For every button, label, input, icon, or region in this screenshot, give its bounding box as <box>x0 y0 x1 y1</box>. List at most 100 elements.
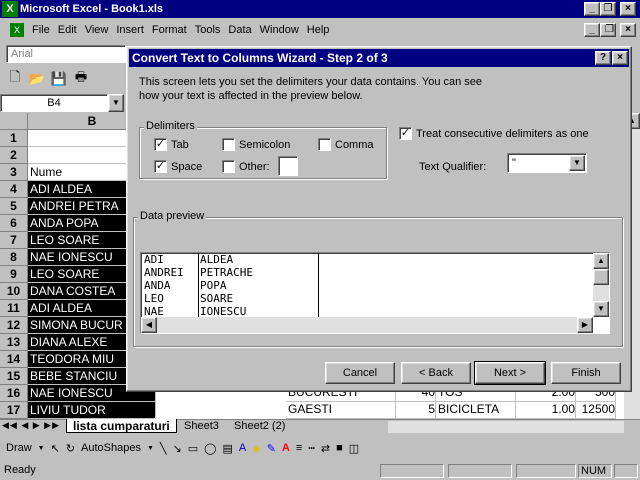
row-header[interactable]: 8 <box>0 249 28 266</box>
sheet-tab-sheet2[interactable]: Sheet2 (2) <box>230 420 289 433</box>
line-color-icon[interactable]: ✎ <box>267 442 276 455</box>
next-button[interactable]: Next > <box>474 361 546 385</box>
preview-scroll-right-icon[interactable]: ▶ <box>577 317 593 333</box>
autoshapes-menu[interactable]: AutoShapes <box>81 442 141 454</box>
free-rotate-icon[interactable]: ↻ <box>66 442 75 455</box>
qualifier-dropdown-icon[interactable]: ▼ <box>569 155 585 171</box>
row-header[interactable]: 15 <box>0 368 28 385</box>
sheet-tab-lista[interactable]: lista cumparaturi <box>66 419 177 433</box>
wordart-icon[interactable]: A <box>239 442 246 454</box>
menu-data[interactable]: Data <box>224 20 255 40</box>
consecutive-option[interactable]: ✓ Treat consecutive delimiters as one <box>399 127 589 140</box>
name-box-dropdown[interactable]: ▼ <box>108 94 124 112</box>
row-header[interactable]: 12 <box>0 317 28 334</box>
row-header[interactable]: 1 <box>0 130 28 147</box>
preview-cell: PETRACHE <box>199 266 319 279</box>
comma-checkbox[interactable] <box>318 138 331 151</box>
tab-option[interactable]: ✓ Tab <box>154 138 189 151</box>
line-style-icon[interactable]: ≡ <box>296 442 302 454</box>
textbox-icon[interactable]: ▤ <box>222 442 232 455</box>
cell-c17[interactable]: GAESTI <box>286 402 396 419</box>
new-icon[interactable]: 🗋 <box>4 69 26 89</box>
row-header[interactable]: 7 <box>0 232 28 249</box>
menu-format[interactable]: Format <box>148 20 191 40</box>
row-header[interactable]: 13 <box>0 334 28 351</box>
close-button[interactable]: × <box>620 2 636 16</box>
row-header[interactable]: 16 <box>0 385 28 402</box>
preview-pane[interactable]: ADI ALDEA ANDREI PETRACHE ANDA POPA LEO SOARE NA… <box>140 252 610 334</box>
consecutive-checkbox[interactable]: ✓ <box>399 127 412 140</box>
open-icon[interactable]: 📂 <box>26 69 48 89</box>
doc-minimize-button[interactable]: _ <box>584 23 600 37</box>
preview-vscroll[interactable]: ▲ ▼ <box>593 253 609 317</box>
arrow-style-icon[interactable]: ⇄ <box>321 442 330 455</box>
menu-window[interactable]: Window <box>256 20 303 40</box>
rectangle-icon[interactable]: ▭ <box>188 442 198 455</box>
preview-scroll-down-icon[interactable]: ▼ <box>593 301 609 317</box>
font-box[interactable]: Arial <box>6 45 126 63</box>
back-button[interactable]: < Back <box>401 362 471 384</box>
name-box[interactable]: B4 <box>0 94 108 112</box>
cell-g17[interactable]: 12500 <box>576 402 616 419</box>
sheet-tab-sheet3[interactable]: Sheet3 <box>180 420 223 433</box>
cell-e17[interactable]: BICICLETA <box>436 402 516 419</box>
restore-button[interactable]: ❐ <box>600 2 616 16</box>
help-button[interactable]: ? <box>595 51 611 65</box>
row-header[interactable]: 14 <box>0 351 28 368</box>
semicolon-option[interactable]: Semicolon <box>222 138 290 151</box>
finish-button[interactable]: Finish <box>551 362 621 384</box>
line-icon[interactable]: ╲ <box>160 442 167 455</box>
semicolon-checkbox[interactable] <box>222 138 235 151</box>
preview-scroll-left-icon[interactable]: ◀ <box>141 317 157 333</box>
tab-checkbox[interactable]: ✓ <box>154 138 167 151</box>
shadow-icon[interactable]: ■ <box>336 442 343 454</box>
cancel-button[interactable]: Cancel <box>325 362 395 384</box>
cell-b[interactable]: LIVIU TUDOR <box>28 402 156 419</box>
3d-icon[interactable]: ◫ <box>349 442 359 455</box>
minimize-button[interactable]: _ <box>584 2 600 16</box>
row-header[interactable]: 9 <box>0 266 28 283</box>
row-header[interactable]: 4 <box>0 181 28 198</box>
preview-hscroll[interactable]: ◀ ▶ <box>141 317 593 333</box>
row-header[interactable]: 3 <box>0 164 28 181</box>
dialog-close-button[interactable]: × <box>612 51 628 65</box>
row-header[interactable]: 11 <box>0 300 28 317</box>
other-checkbox[interactable] <box>222 160 235 173</box>
menu-help[interactable]: Help <box>303 20 334 40</box>
other-input[interactable] <box>278 156 298 176</box>
tab-scroll-arrows-icon[interactable]: ◀◀ ◀ ▶ ▶▶ <box>2 420 60 431</box>
row-header[interactable]: 2 <box>0 147 28 164</box>
fill-color-icon[interactable]: ◈ <box>252 442 260 455</box>
font-color-icon[interactable]: A <box>282 442 290 454</box>
horizontal-scrollbar[interactable] <box>388 421 624 433</box>
menu-insert[interactable]: Insert <box>112 20 148 40</box>
doc-close-button[interactable]: × <box>620 23 636 37</box>
row-header[interactable]: 10 <box>0 283 28 300</box>
menu-view[interactable]: View <box>81 20 113 40</box>
row-header[interactable]: 6 <box>0 215 28 232</box>
comma-option[interactable]: Comma <box>318 138 374 151</box>
qualifier-select[interactable]: " ▼ <box>507 153 587 173</box>
row-header[interactable]: 5 <box>0 198 28 215</box>
menu-edit[interactable]: Edit <box>54 20 81 40</box>
cell-d17[interactable]: 5 <box>396 402 436 419</box>
menu-tools[interactable]: Tools <box>191 20 225 40</box>
doc-restore-button[interactable]: ❐ <box>600 23 616 37</box>
other-option[interactable]: Other: <box>222 160 270 173</box>
print-icon[interactable]: 🖶 <box>70 69 92 89</box>
preview-vscroll-thumb[interactable] <box>593 269 609 285</box>
select-objects-icon[interactable]: ↖ <box>51 442 60 455</box>
preview-scroll-up-icon[interactable]: ▲ <box>593 253 609 269</box>
space-checkbox[interactable]: ✓ <box>154 160 167 173</box>
select-all-corner[interactable] <box>0 113 28 130</box>
oval-icon[interactable]: ◯ <box>204 442 216 455</box>
qualifier-label: Text Qualifier: <box>419 161 487 173</box>
save-icon[interactable]: 💾 <box>48 69 70 89</box>
row-header[interactable]: 17 <box>0 402 28 419</box>
space-option[interactable]: ✓ Space <box>154 160 202 173</box>
dash-style-icon[interactable]: ┅ <box>308 442 315 455</box>
draw-menu[interactable]: Draw <box>6 442 32 454</box>
cell-f17[interactable]: 1.00 <box>516 402 576 419</box>
arrow-icon[interactable]: ↘ <box>173 442 182 455</box>
menu-file[interactable]: File <box>28 20 54 40</box>
